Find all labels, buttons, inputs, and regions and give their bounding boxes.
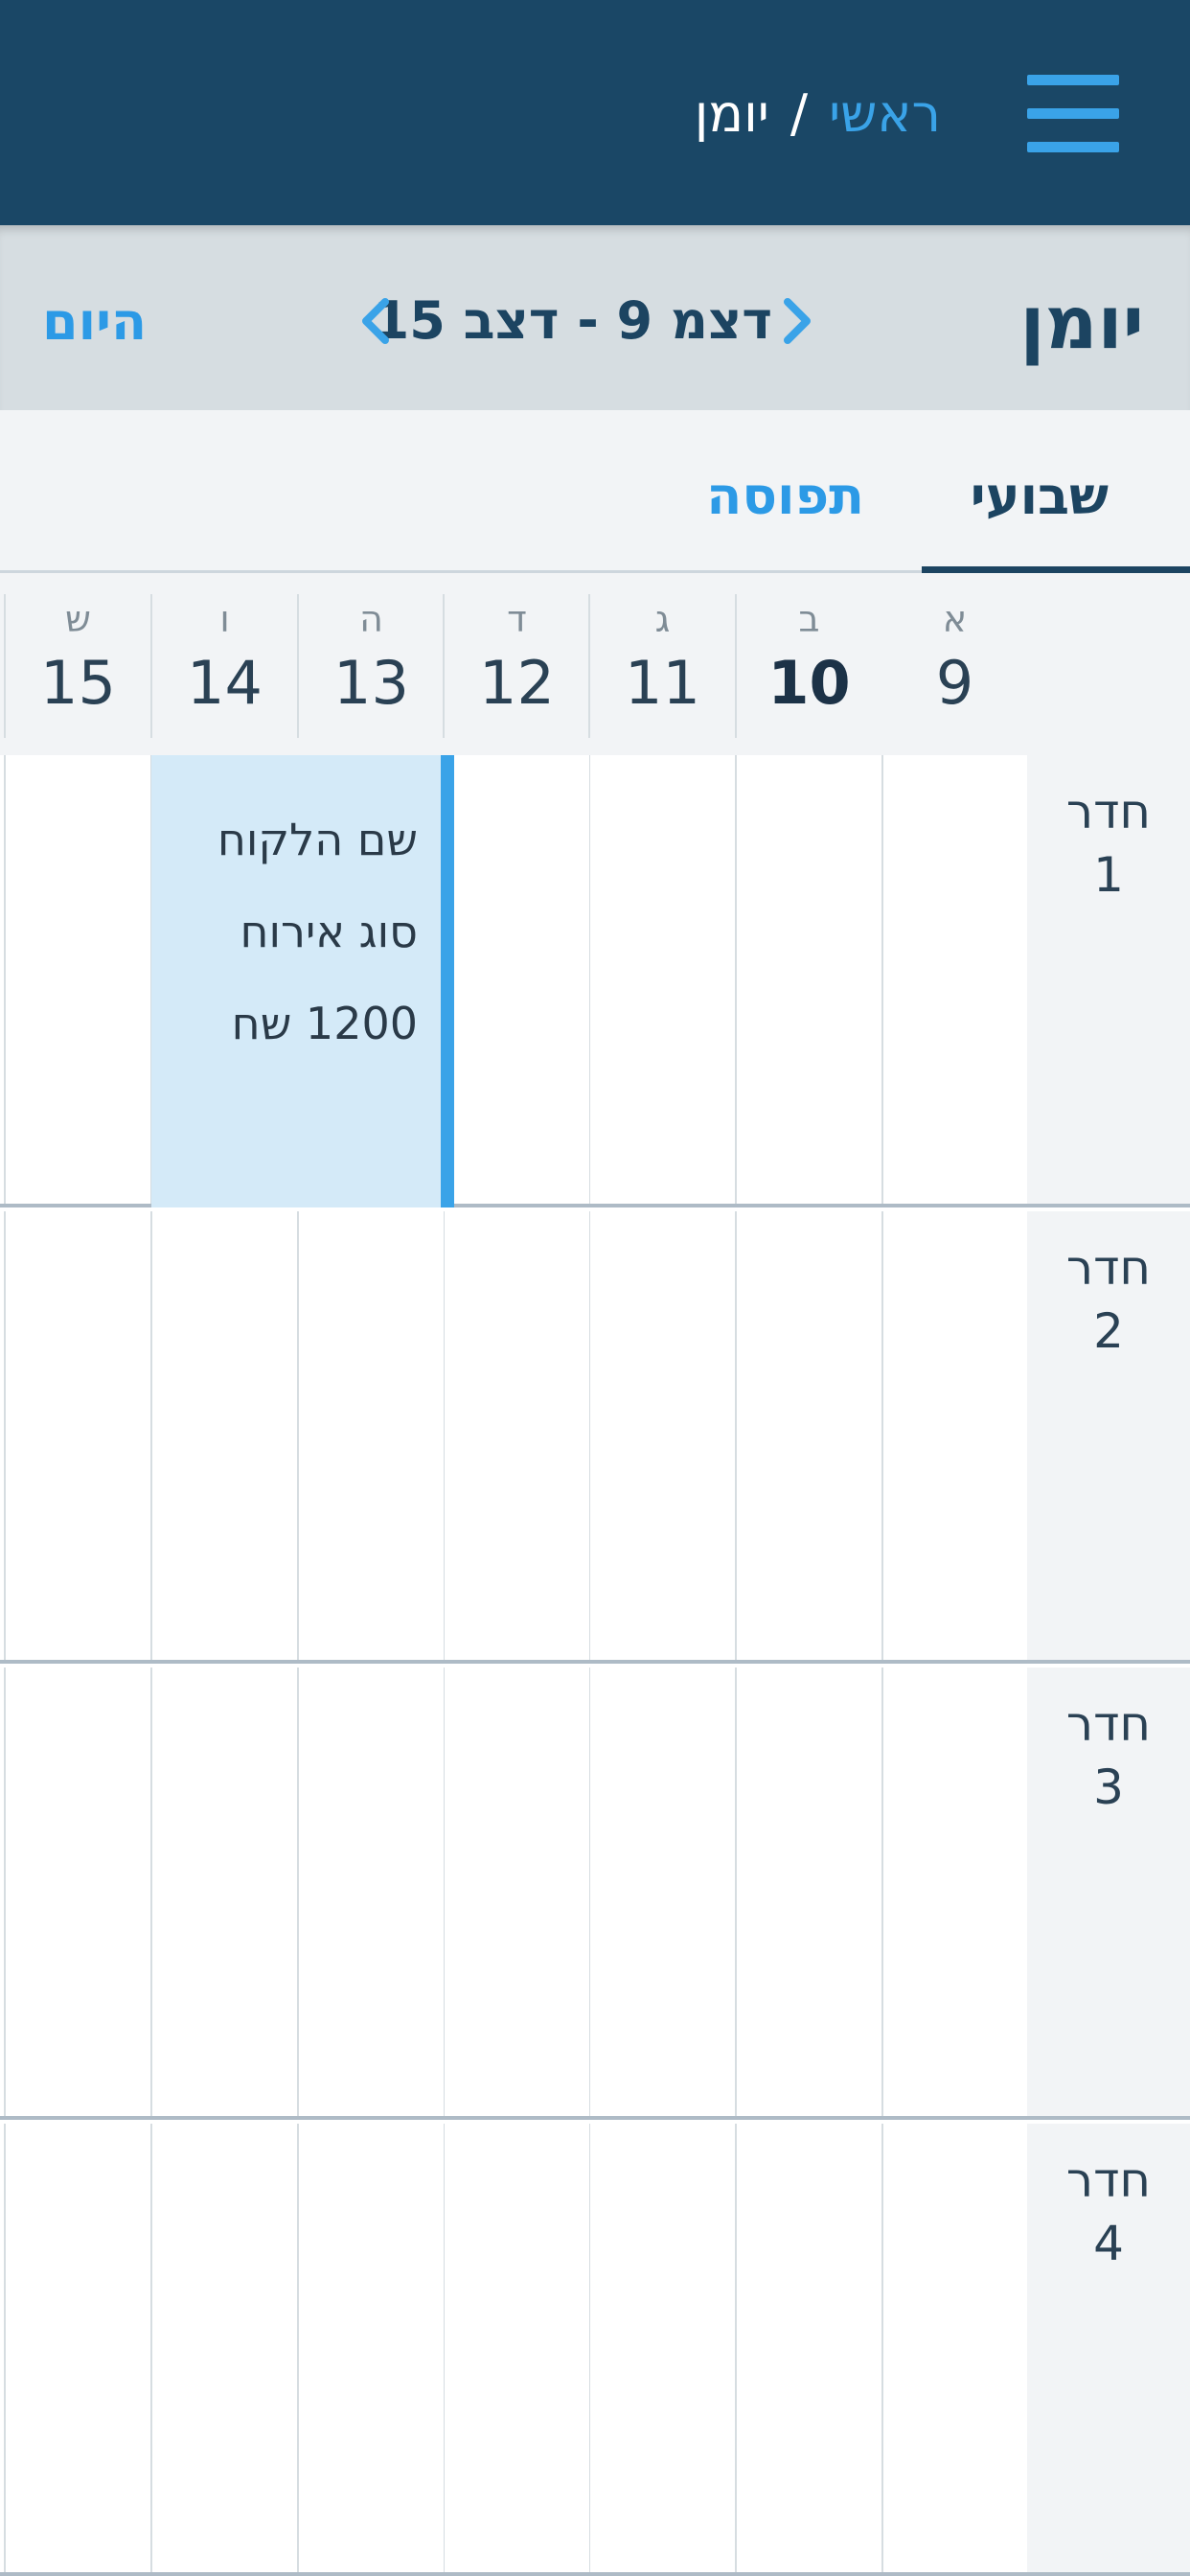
hamburger-menu-icon[interactable] bbox=[1027, 75, 1119, 153]
day-number: 12 bbox=[479, 648, 555, 718]
chevron-left-icon[interactable] bbox=[356, 298, 393, 344]
view-tabs: שבועי תפוסה bbox=[0, 410, 1190, 574]
calendar-cell[interactable] bbox=[443, 2124, 589, 2572]
calendar-cell[interactable] bbox=[150, 2124, 297, 2572]
top-navbar: ראשי / יומן bbox=[0, 0, 1190, 225]
room-number: 1 bbox=[1093, 847, 1124, 903]
calendar-cell[interactable] bbox=[881, 1668, 1028, 2116]
booking-price: 1200 שח bbox=[231, 998, 418, 1049]
tab-weekly[interactable]: שבועי bbox=[971, 458, 1109, 535]
day-letter: ד bbox=[507, 598, 527, 640]
calendar-cell[interactable] bbox=[297, 1211, 444, 1660]
room-word: חדר bbox=[1065, 1696, 1152, 1752]
calendar-cell[interactable] bbox=[297, 2124, 444, 2572]
calendar-cell[interactable] bbox=[443, 1668, 589, 2116]
calendar-cell[interactable] bbox=[4, 1211, 150, 1660]
calendar-cell[interactable] bbox=[735, 1668, 881, 2116]
breadcrumb-home-link[interactable]: ראשי bbox=[829, 83, 941, 144]
room-row-2: חדר 2 bbox=[0, 1211, 1190, 1664]
calendar-cell[interactable] bbox=[881, 2124, 1028, 2572]
room-word: חדר bbox=[1065, 2152, 1152, 2208]
calendar-cell[interactable] bbox=[588, 1211, 735, 1660]
calendar-grid: חדר 1 שם הלקוח סוג אירוח 1200 שח חדר 2 ח… bbox=[0, 755, 1190, 2576]
calendar-cell[interactable] bbox=[297, 1668, 444, 2116]
room-row-4: חדר 4 bbox=[0, 2124, 1190, 2576]
calendar-cell[interactable] bbox=[150, 1668, 297, 2116]
room-number: 2 bbox=[1093, 1303, 1124, 1359]
booking-customer: שם הלקוח bbox=[217, 814, 418, 865]
room-label: חדר 2 bbox=[1027, 1211, 1190, 1660]
today-button[interactable]: היום bbox=[42, 288, 147, 356]
room-label: חדר 1 bbox=[1027, 755, 1190, 1204]
room-row-1: חדר 1 שם הלקוח סוג אירוח 1200 שח bbox=[0, 755, 1190, 1208]
day-letter: ש bbox=[65, 598, 91, 640]
chevron-right-icon[interactable] bbox=[780, 298, 816, 344]
room-number: 3 bbox=[1093, 1760, 1124, 1815]
day-letter: ה bbox=[359, 598, 383, 640]
day-header-wed[interactable]: ד 12 bbox=[443, 594, 589, 738]
calendar-cell[interactable] bbox=[735, 1211, 881, 1660]
day-header-fri[interactable]: ו 14 bbox=[150, 594, 297, 738]
booking-event[interactable]: שם הלקוח סוג אירוח 1200 שח bbox=[151, 755, 454, 1208]
calendar-cell[interactable] bbox=[881, 755, 1028, 1204]
breadcrumb: ראשי / יומן bbox=[695, 80, 941, 148]
calendar-cell[interactable] bbox=[443, 1211, 589, 1660]
calendar-cell[interactable] bbox=[881, 1211, 1028, 1660]
room-word: חדר bbox=[1065, 784, 1152, 840]
day-header-thu[interactable]: ה 13 bbox=[297, 594, 444, 738]
day-number: 14 bbox=[187, 648, 263, 718]
calendar-cell[interactable] bbox=[735, 2124, 881, 2572]
room-number: 4 bbox=[1093, 2216, 1124, 2271]
day-header-sun[interactable]: א 9 bbox=[881, 594, 1028, 738]
calendar-cell[interactable] bbox=[588, 1668, 735, 2116]
breadcrumb-current: יומן bbox=[694, 83, 769, 144]
day-number: 13 bbox=[333, 648, 409, 718]
breadcrumb-separator: / bbox=[790, 83, 809, 144]
day-header-row: א 9 ב 10 ג 11 ד 12 ה 13 ו 14 ש 15 bbox=[0, 573, 1190, 755]
calendar-cell[interactable] bbox=[4, 755, 150, 1204]
room-row-3: חדר 3 bbox=[0, 1668, 1190, 2120]
calendar-toolbar: יומן דצמ 9 - דצב 15 היום bbox=[0, 225, 1190, 410]
day-number-today: 10 bbox=[767, 648, 851, 718]
room-word: חדר bbox=[1065, 1240, 1152, 1296]
calendar-cell[interactable] bbox=[735, 755, 881, 1204]
day-number: 9 bbox=[935, 648, 974, 718]
day-header-sat[interactable]: ש 15 bbox=[4, 594, 150, 738]
calendar-cell[interactable] bbox=[4, 1668, 150, 2116]
day-header-mon[interactable]: ב 10 bbox=[735, 594, 881, 738]
day-number: 15 bbox=[40, 648, 116, 718]
booking-type: סוג אירוח bbox=[240, 906, 418, 957]
date-range-label: דצמ 9 - דצב 15 bbox=[373, 290, 772, 351]
date-range-nav: דצמ 9 - דצב 15 bbox=[356, 283, 816, 359]
calendar-cell[interactable] bbox=[4, 2124, 150, 2572]
calendar-cell[interactable] bbox=[588, 755, 735, 1204]
day-letter: ג bbox=[654, 598, 671, 640]
tab-occupancy[interactable]: תפוסה bbox=[706, 458, 864, 535]
calendar-cell[interactable] bbox=[588, 2124, 735, 2572]
calendar-cell[interactable] bbox=[443, 755, 589, 1204]
room-label: חדר 3 bbox=[1027, 1668, 1190, 2116]
calendar-cell[interactable] bbox=[150, 1211, 297, 1660]
calendar-page: ראשי / יומן יומן דצמ 9 - דצב 15 היום שבועי… bbox=[0, 0, 1190, 2576]
room-label: חדר 4 bbox=[1027, 2124, 1190, 2572]
day-letter: ו bbox=[219, 598, 230, 640]
day-header-tue[interactable]: ג 11 bbox=[588, 594, 735, 738]
page-title: יומן bbox=[1019, 280, 1144, 365]
day-number: 11 bbox=[625, 648, 700, 718]
day-letter: א bbox=[942, 598, 968, 640]
day-letter: ב bbox=[798, 598, 820, 640]
